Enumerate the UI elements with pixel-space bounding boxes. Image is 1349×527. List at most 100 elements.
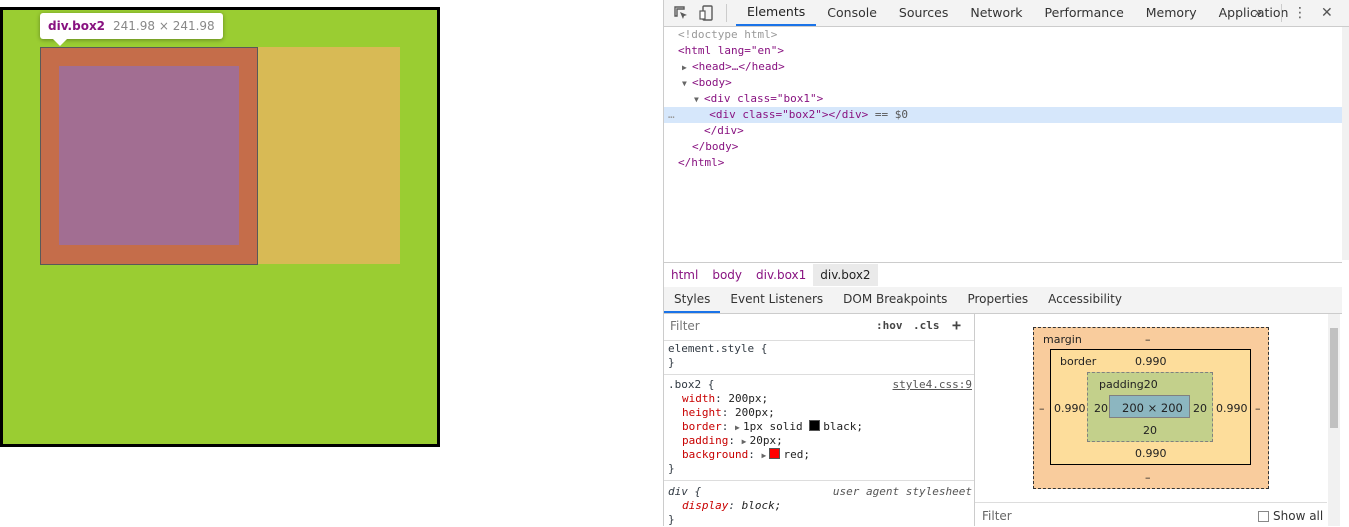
- breadcrumb-html[interactable]: html: [664, 264, 705, 286]
- dom-tree: <!doctype html> <html lang="en"> ▶ <head>…: [664, 27, 1342, 260]
- color-swatch-red[interactable]: [769, 448, 781, 459]
- dom-line-box2-selected[interactable]: … <div class="box2"></div> == $0: [664, 107, 1342, 123]
- hov-toggle[interactable]: :hov: [876, 319, 903, 332]
- toolbar-separator: [726, 4, 727, 22]
- dom-box1-open: <div class="box1">: [704, 92, 824, 105]
- tab-elements[interactable]: Elements: [736, 0, 817, 26]
- box2-rule-close: }: [668, 462, 675, 475]
- device-toolbar-icon[interactable]: [698, 4, 716, 22]
- subtab-dom-breakpoints[interactable]: DOM Breakpoints: [833, 287, 957, 313]
- border-right-value[interactable]: 0.990: [1216, 402, 1248, 415]
- subtab-styles[interactable]: Styles: [664, 287, 721, 313]
- cls-toggle[interactable]: .cls: [913, 319, 940, 332]
- dom-line-html[interactable]: <html lang="en">: [664, 43, 1342, 59]
- subtab-accessibility[interactable]: Accessibility: [1038, 287, 1132, 313]
- dom-body-open: <body>: [692, 76, 732, 89]
- devtools-panel: Elements Console Sources Network Perform…: [663, 0, 1349, 526]
- color-swatch-black[interactable]: [809, 420, 821, 431]
- dom-line-head[interactable]: ▶ <head>…</head>: [664, 59, 1342, 75]
- tab-network[interactable]: Network: [959, 0, 1033, 26]
- dom-line-body-close[interactable]: </body>: [664, 139, 1342, 155]
- margin-left-value[interactable]: –: [1039, 402, 1045, 415]
- dom-line-html-close[interactable]: </html>: [664, 155, 1342, 171]
- dom-line-body[interactable]: ▼ <body>: [664, 75, 1342, 91]
- collapse-triangle-icon[interactable]: ▼: [664, 92, 704, 108]
- element-style-selector[interactable]: element.style {: [664, 342, 974, 356]
- ua-div-rule: div { user agent stylesheet display: blo…: [664, 483, 974, 526]
- new-rule-button[interactable]: +: [952, 316, 961, 334]
- border-label: border: [1060, 355, 1097, 368]
- breadcrumb: html body div.box1 div.box2: [664, 262, 1342, 288]
- styles-scrollbar-thumb[interactable]: [1330, 328, 1338, 428]
- tab-sources[interactable]: Sources: [888, 0, 959, 26]
- prop-line-background[interactable]: background: ▶ red;: [664, 448, 974, 462]
- dom-doctype: <!doctype html>: [678, 28, 778, 41]
- border-top-value[interactable]: 0.990: [1135, 355, 1167, 368]
- prop-value: 20px;: [749, 434, 783, 447]
- element-inspect-tooltip: div.box2 241.98 × 241.98: [40, 13, 223, 46]
- dom-head: <head>…</head>: [692, 60, 785, 73]
- prop-line-border[interactable]: border: ▶ 1px solid black;: [664, 420, 974, 434]
- close-devtools-button[interactable]: ✕: [1321, 0, 1333, 26]
- expand-triangle-icon[interactable]: ▶: [664, 60, 692, 76]
- prop-name: width: [682, 392, 716, 405]
- dom-ellipsis-icon[interactable]: …: [664, 108, 675, 121]
- content-size-value[interactable]: 200 × 200: [1122, 401, 1183, 415]
- dom-line-doctype[interactable]: <!doctype html>: [664, 27, 1342, 43]
- dom-html-close: </html>: [678, 156, 725, 169]
- margin-right-value[interactable]: –: [1255, 402, 1261, 415]
- expand-triangle-icon[interactable]: ▶: [735, 421, 743, 435]
- tooltip-element-name: div.box2: [48, 19, 106, 33]
- div-rule-close: }: [668, 513, 675, 526]
- prop-line-padding[interactable]: padding: ▶ 20px;: [664, 434, 974, 448]
- subtab-properties[interactable]: Properties: [957, 287, 1038, 313]
- dom-line-div-close[interactable]: </div>: [664, 123, 1342, 139]
- dom-line-box1[interactable]: ▼ <div class="box1">: [664, 91, 1342, 107]
- box2-selector[interactable]: .box2 {: [668, 378, 714, 391]
- margin-top-value[interactable]: –: [1145, 333, 1151, 346]
- devtools-menu-button[interactable]: ⋮: [1293, 0, 1307, 26]
- padding-left-value[interactable]: 20: [1094, 402, 1108, 415]
- prop-value: 200px;: [728, 392, 769, 405]
- styles-filter-row: :hov .cls +: [664, 314, 974, 341]
- expand-triangle-icon[interactable]: ▶: [761, 449, 769, 463]
- padding-right-value[interactable]: 20: [1193, 402, 1207, 415]
- margin-label: margin: [1043, 333, 1082, 346]
- prop-line-height[interactable]: height: 200px;: [664, 406, 974, 420]
- computed-filter-input[interactable]: Filter: [982, 509, 1012, 523]
- dom-scrollbar[interactable]: [1342, 27, 1349, 260]
- prop-name: background: [682, 448, 749, 461]
- more-tabs-button[interactable]: »: [1254, 0, 1263, 26]
- box-model-pane: margin – – – – border 0.990 0.990 0.990 …: [975, 314, 1329, 500]
- breadcrumb-box1[interactable]: div.box1: [749, 264, 813, 286]
- dom-selected-marker: == $0: [874, 108, 908, 121]
- collapse-triangle-icon[interactable]: ▼: [664, 76, 692, 92]
- subtab-event-listeners[interactable]: Event Listeners: [720, 287, 833, 313]
- margin-bottom-value[interactable]: –: [1145, 471, 1151, 484]
- show-all-checkbox[interactable]: [1258, 511, 1269, 522]
- prop-name: padding: [682, 434, 729, 447]
- margin-highlight-overlay: [256, 47, 400, 264]
- styles-filter-input[interactable]: [668, 317, 868, 335]
- breadcrumb-body[interactable]: body: [705, 264, 749, 286]
- prop-value: block;: [741, 499, 782, 512]
- prop-value: 1px solid: [743, 420, 803, 433]
- tab-memory[interactable]: Memory: [1135, 0, 1208, 26]
- expand-triangle-icon[interactable]: ▶: [742, 435, 750, 449]
- dom-div-close: </div>: [704, 124, 744, 137]
- inspect-element-icon[interactable]: [672, 4, 690, 22]
- breadcrumb-box2[interactable]: div.box2: [813, 264, 878, 286]
- border-left-value[interactable]: 0.990: [1054, 402, 1086, 415]
- styles-scrollbar[interactable]: [1328, 314, 1340, 526]
- devtools-toolbar: Elements Console Sources Network Perform…: [664, 0, 1349, 27]
- prop-line-width[interactable]: width: 200px;: [664, 392, 974, 406]
- tab-performance[interactable]: Performance: [1034, 0, 1135, 26]
- dom-html-open: <html lang="en">: [678, 44, 784, 57]
- tab-console[interactable]: Console: [816, 0, 888, 26]
- tooltip-element-size: 241.98 × 241.98: [113, 19, 215, 33]
- tooltip-arrow: [53, 39, 67, 46]
- border-bottom-value[interactable]: 0.990: [1135, 447, 1167, 460]
- ua-stylesheet-label: user agent stylesheet: [832, 485, 972, 498]
- padding-bottom-value[interactable]: 20: [1143, 424, 1157, 437]
- box2-source-link[interactable]: style4.css:9: [893, 378, 972, 392]
